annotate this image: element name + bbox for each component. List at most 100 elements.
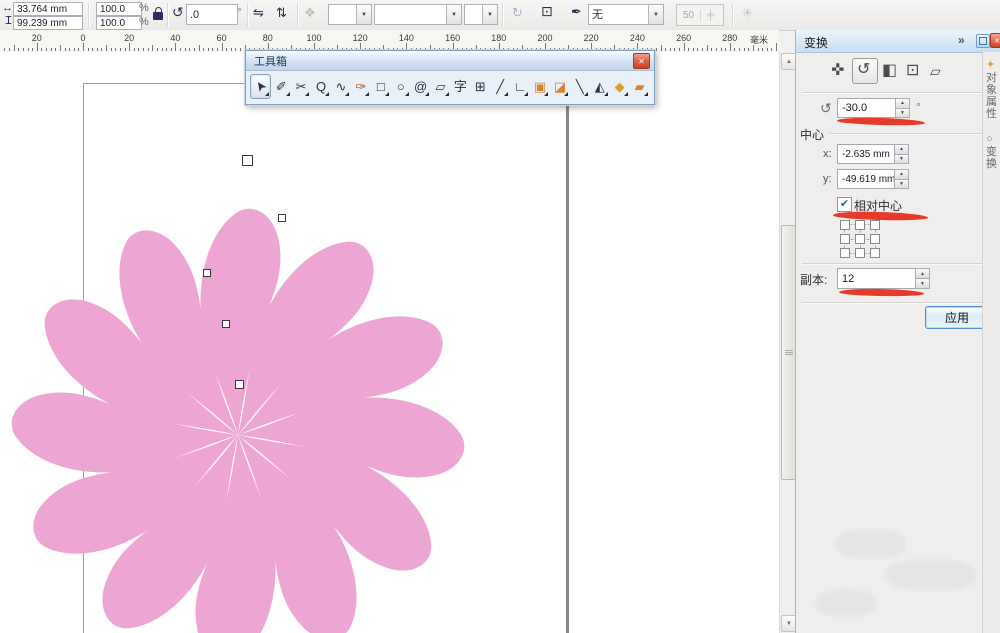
docker-close-button[interactable]: ✕ — [990, 33, 1000, 48]
dimension-tool[interactable]: ╱ — [491, 75, 510, 98]
rotation-angle-input[interactable]: -30.0 — [837, 98, 903, 118]
flyout-triangle-icon — [405, 92, 409, 96]
preset-combo[interactable]: ▼ — [328, 4, 372, 25]
center-x-input[interactable]: -2.635 mm — [837, 144, 902, 164]
dropdown-arrow-icon[interactable]: ▼ — [482, 5, 497, 24]
spinner-down-icon[interactable]: ▼ — [894, 180, 909, 190]
docker-minimize-button[interactable] — [976, 34, 990, 48]
ruler-tick — [14, 45, 15, 51]
spinner-up-icon[interactable]: ▲ — [915, 268, 930, 279]
selection-node-handle[interactable] — [235, 380, 244, 389]
ruler-tick — [767, 48, 768, 51]
text-tool[interactable]: 字 — [451, 75, 470, 98]
shape-tool[interactable]: ✐ — [272, 75, 291, 98]
center-x-spinner[interactable]: ▲ ▼ — [894, 144, 909, 164]
anchor-middle-right[interactable] — [870, 234, 880, 244]
ruler-tick — [28, 48, 29, 51]
transform-position-mode-icon[interactable]: ✜ — [831, 63, 844, 79]
freehand-tool[interactable]: ∿ — [332, 75, 351, 98]
flyout-triangle-icon — [604, 92, 608, 96]
transform-size-mode-icon[interactable]: ⊡ — [906, 63, 919, 79]
basic-shapes-tool[interactable]: ▱ — [431, 75, 450, 98]
blend-tool[interactable]: ▣ — [531, 75, 550, 98]
dropdown-arrow-icon[interactable]: ▼ — [356, 5, 371, 24]
eyedropper-tool[interactable]: ╲ — [571, 75, 590, 98]
anchor-bottom-left[interactable] — [840, 248, 850, 258]
object-width-field[interactable]: 33.764 mm — [13, 2, 83, 16]
size-combo[interactable]: ▼ — [464, 4, 498, 25]
apply-button[interactable]: 应用 — [925, 306, 989, 329]
mirror-horizontal-button[interactable]: ⇋ — [253, 6, 264, 19]
anchor-bottom-right[interactable] — [870, 248, 880, 258]
transform-skew-mode-icon[interactable]: ▱ — [930, 64, 941, 78]
object-properties-tab[interactable]: ✦对象属性 — [986, 58, 1000, 120]
outline-width-combo[interactable]: 无 ▼ — [588, 4, 664, 25]
toolbox-close-button[interactable]: ✕ — [633, 53, 650, 69]
rotation-angle-spinner[interactable]: ▲ ▼ — [895, 98, 910, 118]
artistic-media-tool[interactable]: ✑ — [352, 75, 371, 98]
polygon-tool[interactable]: @ — [411, 75, 430, 98]
rotation-angle-field[interactable]: .0 — [186, 4, 238, 25]
group-button-disabled: ❖ — [304, 6, 316, 19]
anchor-top-right[interactable] — [870, 220, 880, 230]
zoom-tool[interactable]: Q — [312, 75, 331, 98]
copies-input[interactable]: 12 — [837, 268, 923, 289]
vertical-scrollbar[interactable]: ▲ ▼ — [779, 52, 796, 633]
center-y-input[interactable]: -49.619 mm — [837, 169, 902, 189]
selection-node-handle[interactable] — [222, 320, 230, 328]
connector-tool[interactable]: ∟ — [511, 75, 530, 98]
anchor-center[interactable] — [855, 234, 865, 244]
spinner-down-icon[interactable]: ▼ — [894, 155, 909, 165]
object-height-field[interactable]: 99.239 mm — [13, 16, 83, 30]
drawing-canvas[interactable] — [0, 52, 779, 633]
spinner-up-icon[interactable]: ▲ — [894, 169, 909, 180]
docker-collapse-chevron[interactable]: » — [958, 33, 965, 47]
ruler-tick — [138, 48, 139, 51]
selection-node-handle[interactable] — [203, 269, 211, 277]
flower-shape[interactable] — [0, 52, 779, 633]
spinner-down-icon[interactable]: ▼ — [915, 279, 930, 289]
mirror-vertical-button[interactable]: ⇅ — [276, 6, 287, 19]
pick-tool[interactable]: ➤ — [250, 74, 271, 99]
transform-rotate-mode-icon[interactable]: ↺ — [857, 62, 870, 78]
anchor-middle-left[interactable] — [840, 234, 850, 244]
toolbox-window[interactable]: 工具箱 ✕ ➤✐✂Q∿✑□○@▱字⊞╱∟▣◪╲◭◆▰ — [245, 50, 655, 105]
transform-tab[interactable]: ○变换 — [986, 132, 1000, 170]
wrap-text-icon[interactable]: ⊡ — [541, 5, 553, 18]
ruler-label: 140 — [399, 33, 414, 43]
outline-pen-tool[interactable]: ◭ — [590, 75, 609, 98]
rectangle-tool[interactable]: □ — [371, 75, 390, 98]
style-combo[interactable]: ▼ — [374, 4, 462, 25]
ruler-tick — [725, 48, 726, 51]
copies-spinner[interactable]: ▲ ▼ — [915, 268, 930, 289]
ruler-label: 20 — [32, 33, 42, 43]
ellipse-tool[interactable]: ○ — [391, 75, 410, 98]
toolbox-titlebar[interactable]: 工具箱 — [246, 51, 654, 71]
selection-node-handle[interactable] — [242, 155, 253, 166]
table-tool[interactable]: ⊞ — [471, 75, 490, 98]
ruler-tick — [212, 48, 213, 51]
contour-tool[interactable]: ◪ — [551, 75, 570, 98]
lock-ratio-icon[interactable] — [153, 12, 163, 20]
fill-tool[interactable]: ◆ — [610, 75, 629, 98]
center-y-spinner[interactable]: ▲ ▼ — [894, 169, 909, 189]
spinner-up-icon[interactable]: ▲ — [895, 98, 910, 109]
anchor-top-center[interactable] — [855, 220, 865, 230]
anchor-top-left[interactable] — [840, 220, 850, 230]
docker-tab-label-char: 性 — [986, 108, 1000, 120]
scale-y-field[interactable]: 100.0 — [96, 16, 142, 30]
dropdown-arrow-icon[interactable]: ▼ — [648, 5, 663, 24]
selection-node-handle[interactable] — [278, 214, 286, 222]
spinner-down-icon[interactable]: ▼ — [895, 109, 910, 119]
spinner-up-icon[interactable]: ▲ — [894, 144, 909, 155]
relative-center-checkbox[interactable]: ✔ — [837, 197, 852, 212]
ruler-label: 120 — [353, 33, 368, 43]
anchor-bottom-center[interactable] — [855, 248, 865, 258]
interactive-fill-tool[interactable]: ▰ — [630, 75, 649, 98]
docker-titlebar[interactable]: 变换 » ✕ — [796, 30, 1000, 53]
scale-x-field[interactable]: 100.0 — [96, 2, 142, 16]
ruler-tick — [78, 48, 79, 51]
dropdown-arrow-icon[interactable]: ▼ — [446, 5, 461, 24]
transform-scale-mirror-mode-icon[interactable]: ◧ — [882, 63, 897, 79]
crop-tool[interactable]: ✂ — [292, 75, 311, 98]
